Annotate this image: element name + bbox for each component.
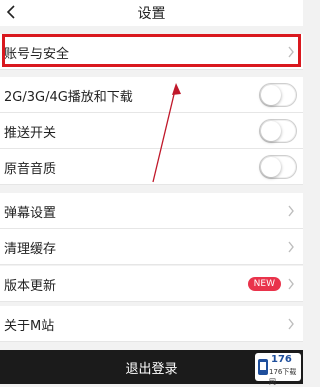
settings-row-version-update[interactable]: 版本更新 NEW [0,266,303,302]
new-badge: NEW [247,277,281,291]
toggle-knob [261,157,281,177]
row-label: 关于M站 [4,319,55,334]
row-label: 弹幕设置 [4,206,57,221]
row-label: 2G/3G/4G播放和下载 [4,90,133,105]
settings-row-push[interactable]: 推送开关 [0,113,303,149]
row-label: 版本更新 [4,279,57,294]
settings-row-mobile-network-play-download[interactable]: 2G/3G/4G播放和下载 [0,77,303,113]
settings-row-about[interactable]: 关于M站 [0,306,303,342]
chevron-right-icon [288,278,294,290]
watermark-text: 176下载网 [269,368,297,386]
header-bar: 设置 [0,0,303,26]
toggle-knob [261,121,281,141]
row-label: 清理缓存 [4,242,57,257]
row-label: 推送开关 [4,126,57,141]
page-title: 设置 [137,6,166,22]
toggle-knob [261,85,281,105]
settings-row-clear-cache[interactable]: 清理缓存 [0,229,303,265]
chevron-right-icon [288,205,294,217]
watermark-icon [258,359,268,375]
settings-row-original-audio[interactable]: 原音音质 [0,149,303,185]
watermark-logo: 176 176下载网 [255,353,301,386]
push-toggle[interactable] [259,119,297,143]
original-audio-toggle[interactable] [259,155,297,179]
settings-row-danmaku[interactable]: 弹幕设置 [0,193,303,229]
chevron-right-icon [288,318,294,330]
chevron-right-icon [288,241,294,253]
mobile-network-toggle[interactable] [259,83,297,107]
highlight-box [2,34,301,67]
row-label: 原音音质 [4,162,57,177]
watermark-number: 176 [271,354,292,365]
